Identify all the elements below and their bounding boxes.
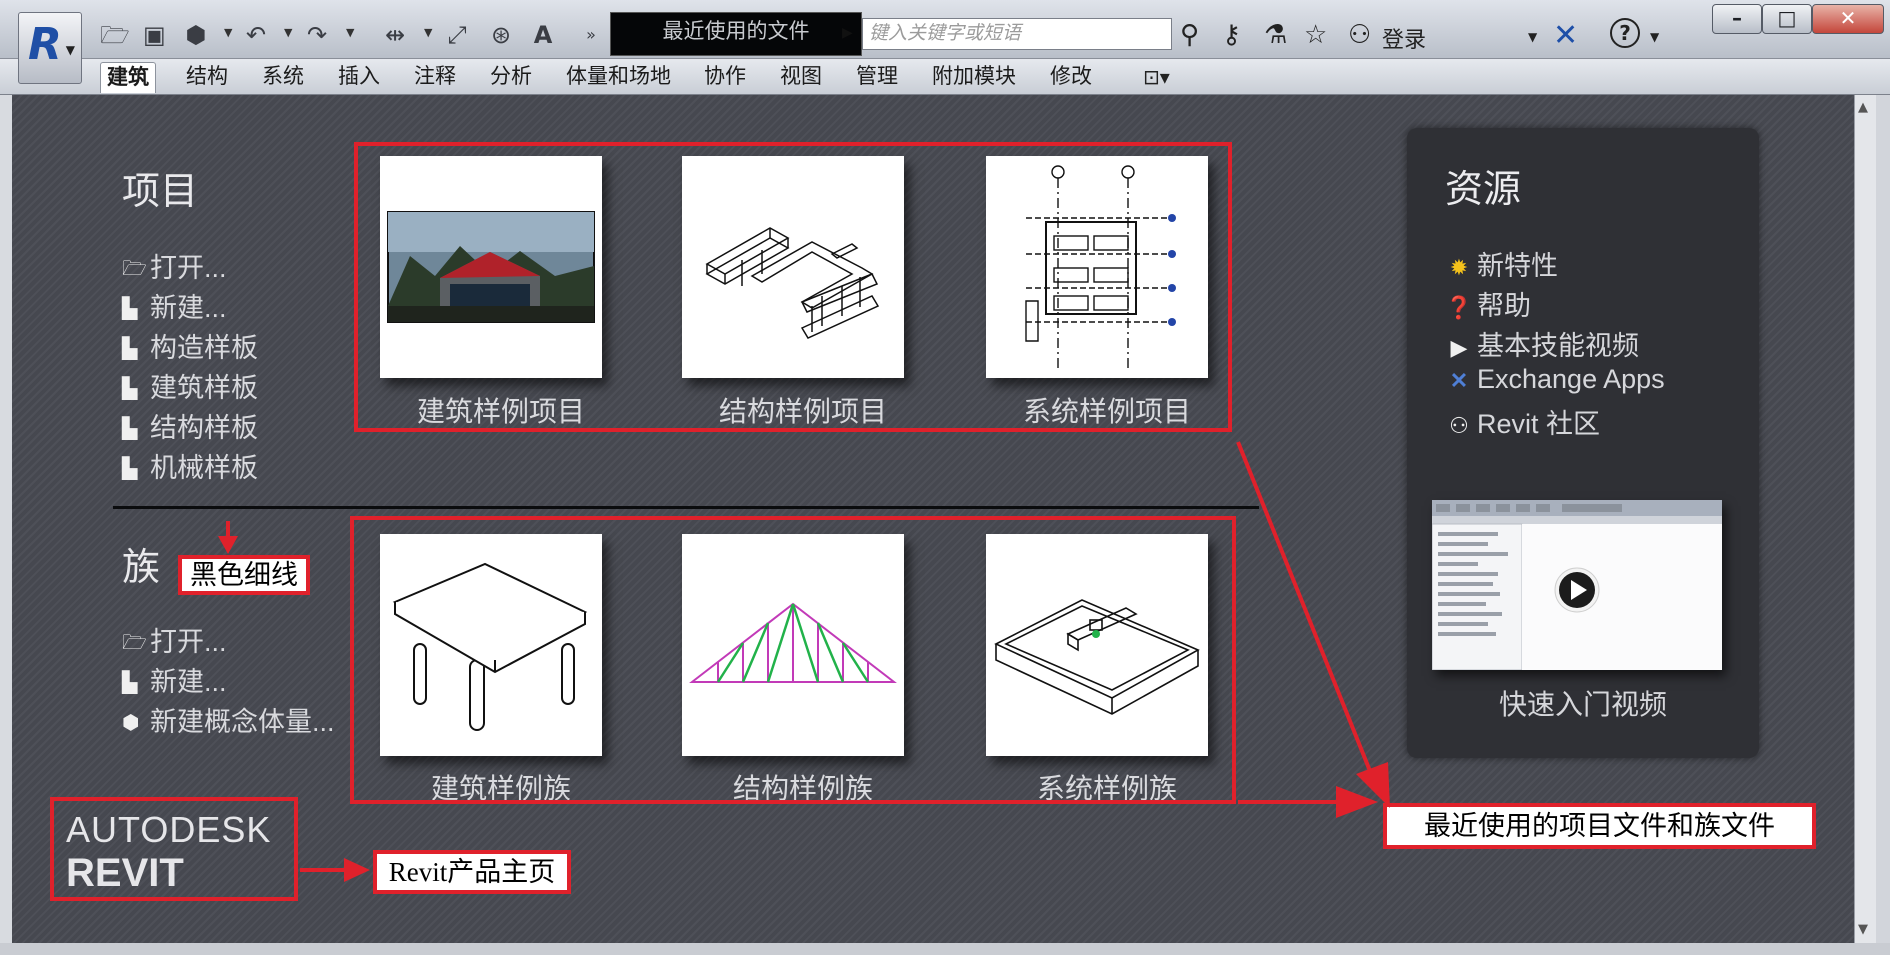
maximize-button[interactable]: □: [1762, 4, 1812, 34]
sync-icon[interactable]: ⬢: [185, 20, 207, 50]
tab-collaborate[interactable]: 协作: [698, 62, 752, 92]
new-document-icon: ▙: [122, 672, 138, 694]
chevron-down-icon[interactable]: ▼: [424, 26, 432, 39]
chevron-down-icon[interactable]: ▼: [224, 26, 232, 39]
section-divider: [113, 506, 1259, 509]
exchange-apps-icon[interactable]: ✕: [1553, 18, 1578, 53]
open-folder-icon[interactable]: 🗁: [100, 20, 130, 50]
help-icon[interactable]: ?: [1610, 18, 1640, 48]
exchange-apps-link[interactable]: ✕ Exchange Apps: [1445, 364, 1665, 395]
family-new-link[interactable]: ▙ 新建...: [122, 660, 227, 699]
quick-start-video-thumbnail[interactable]: [1432, 500, 1722, 670]
tab-insert[interactable]: 插入: [332, 62, 386, 92]
autodesk-wordmark: AUTODESK: [66, 809, 272, 850]
video-play-icon: ▶: [1450, 335, 1468, 360]
revit-community-link[interactable]: ⚇ Revit 社区: [1445, 402, 1600, 441]
recent-projects-highlight: [354, 142, 1232, 432]
chevron-down-icon[interactable]: ▼: [346, 26, 354, 39]
window-bottom-edge: [0, 943, 1890, 955]
families-heading: 族: [122, 547, 161, 589]
chevron-down-icon[interactable]: ▼: [284, 26, 292, 39]
tab-manage[interactable]: 管理: [850, 62, 904, 92]
user-icon[interactable]: ⚇: [1348, 20, 1371, 50]
folder-open-icon: 🗁: [122, 632, 147, 654]
minimize-button[interactable]: –: [1712, 4, 1762, 34]
video-preview-image: [1432, 500, 1722, 670]
resources-heading: 资源: [1445, 169, 1522, 211]
projects-heading: 项目: [122, 171, 199, 213]
redo-icon[interactable]: ↷: [306, 20, 328, 50]
text-icon[interactable]: A: [532, 20, 554, 50]
mechanical-template-link[interactable]: ▙ 机械样板: [122, 446, 258, 485]
mass-cube-icon: ⬢: [122, 712, 140, 734]
new-document-icon: ▙: [122, 378, 138, 400]
revit-logo-icon: R: [28, 19, 62, 70]
tab-structure[interactable]: 结构: [180, 62, 234, 92]
new-document-icon: ▙: [122, 298, 138, 320]
vertical-scrollbar[interactable]: [1854, 95, 1877, 943]
chevron-down-icon[interactable]: ▼: [1528, 30, 1537, 44]
recent-families-highlight: [350, 516, 1236, 804]
help-link[interactable]: ❓ 帮助: [1445, 284, 1531, 323]
project-new-link[interactable]: ▙ 新建...: [122, 286, 227, 325]
dimension-icon[interactable]: ⤢: [446, 20, 468, 50]
ribbon-tab-bar: 建筑 结构 系统 插入 注释 分析 体量和场地 协作 视图 管理 附加模块 修改…: [0, 59, 1890, 95]
project-open-link[interactable]: 🗁 打开...: [122, 246, 227, 288]
chevron-down-icon: ▼: [65, 43, 75, 57]
essential-skills-videos-link[interactable]: ▶ 基本技能视频: [1445, 324, 1639, 363]
tag-icon[interactable]: ⊛: [490, 20, 512, 50]
tab-systems[interactable]: 系统: [256, 62, 310, 92]
title-bar: 🗁 ▣ ⬢ ▼ ↶ ▼ ↷ ▼ ⇹ ▼ ⤢ ⊛ A » 最近使用的文件 ▶ ⚲ …: [0, 0, 1890, 59]
close-button[interactable]: ✕: [1812, 4, 1884, 34]
sun-icon: ✹: [1449, 255, 1469, 280]
application-menu-button[interactable]: R ▼: [18, 12, 82, 84]
new-document-icon: ▙: [122, 418, 138, 440]
folder-open-icon: 🗁: [122, 258, 147, 280]
ribbon-options-icon[interactable]: ⊡▾: [1143, 65, 1170, 89]
tab-view[interactable]: 视图: [774, 62, 828, 92]
star-icon[interactable]: ☆: [1304, 20, 1327, 50]
architectural-template-link[interactable]: ▙ 建筑样板: [122, 366, 258, 405]
tab-add-ins[interactable]: 附加模块: [926, 62, 1022, 92]
revit-window: 🗁 ▣ ⬢ ▼ ↶ ▼ ↷ ▼ ⇹ ▼ ⤢ ⊛ A » 最近使用的文件 ▶ ⚲ …: [0, 0, 1890, 955]
login-link[interactable]: 登录: [1382, 22, 1426, 54]
new-document-icon: ▙: [122, 338, 138, 360]
window-left-edge: [0, 95, 12, 955]
autodesk-revit-logo[interactable]: AUTODESK REVIT: [50, 797, 298, 901]
document-title: 最近使用的文件: [610, 12, 862, 56]
tab-modify[interactable]: 修改: [1044, 62, 1098, 92]
tab-massing-site[interactable]: 体量和场地: [560, 62, 677, 92]
search-expand-icon[interactable]: ▶: [842, 25, 853, 41]
measure-icon[interactable]: ⇹: [384, 20, 406, 50]
home-annotation: Revit产品主页: [373, 850, 571, 894]
undo-icon[interactable]: ↶: [245, 20, 267, 50]
search-input[interactable]: [862, 18, 1172, 50]
tab-annotate[interactable]: 注释: [408, 62, 462, 92]
quick-start-video-label[interactable]: 快速入门视频: [1407, 683, 1759, 723]
scroll-up-icon[interactable]: ▲: [1858, 100, 1868, 115]
community-people-icon: ⚇: [1449, 413, 1469, 438]
save-icon[interactable]: ▣: [143, 20, 166, 50]
structural-template-link[interactable]: ▙ 结构样板: [122, 406, 258, 445]
tab-architecture[interactable]: 建筑: [100, 62, 156, 93]
binoculars-icon[interactable]: ⚲: [1180, 20, 1199, 50]
key-icon[interactable]: ⚷: [1222, 20, 1241, 50]
chevron-down-icon[interactable]: ▼: [1650, 30, 1659, 44]
whats-new-link[interactable]: ✹ 新特性: [1445, 244, 1558, 283]
recent-files-annotation: 最近使用的项目文件和族文件: [1383, 803, 1816, 849]
question-circle-icon: ❓: [1445, 295, 1473, 320]
expand-icon[interactable]: »: [580, 20, 602, 50]
resources-panel: 资源 ✹ 新特性 ❓ 帮助 ▶ 基本技能视频 ✕ Exchange Apps ⚇ Revi…: [1407, 128, 1759, 758]
scroll-down-icon[interactable]: ▼: [1858, 922, 1868, 937]
revit-wordmark: REVIT: [66, 851, 184, 895]
exchange-x-icon: ✕: [1449, 368, 1469, 393]
new-conceptual-mass-link[interactable]: ⬢ 新建概念体量...: [122, 700, 335, 739]
satellite-icon[interactable]: ⚗: [1264, 20, 1287, 50]
divider-annotation: 黑色细线: [178, 555, 310, 595]
window-right-edge: [1876, 95, 1890, 955]
construction-template-link[interactable]: ▙ 构造样板: [122, 326, 258, 365]
family-open-link[interactable]: 🗁 打开...: [122, 620, 227, 662]
tab-analyze[interactable]: 分析: [484, 62, 538, 92]
new-document-icon: ▙: [122, 458, 138, 480]
